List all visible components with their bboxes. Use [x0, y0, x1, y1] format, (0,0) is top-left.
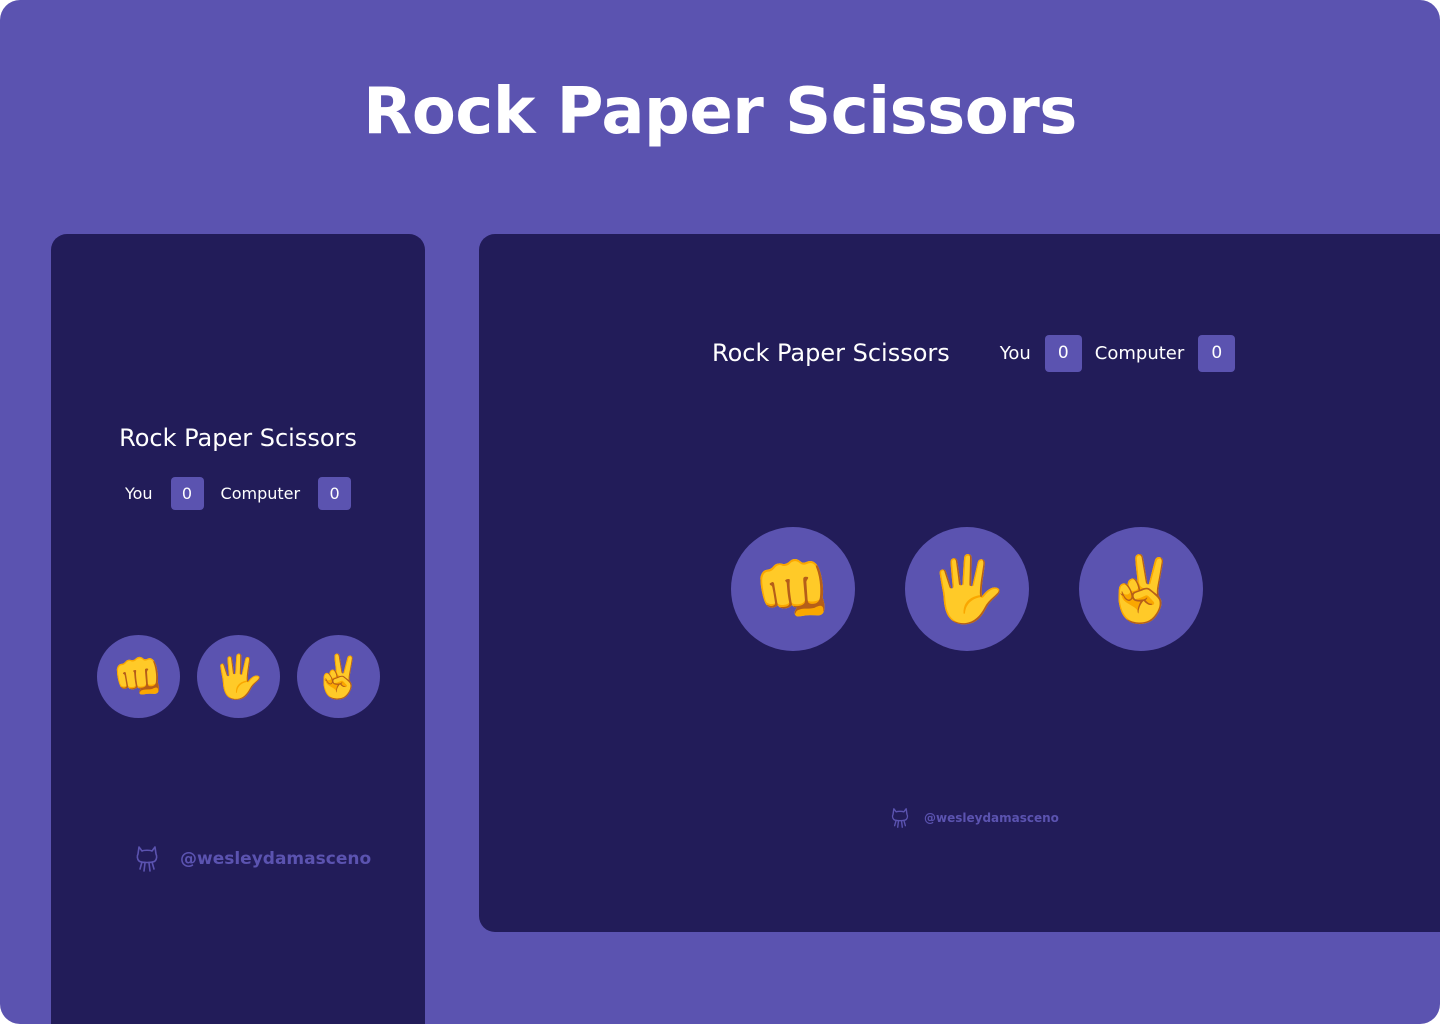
- desktop-footer-handle: @wesleydamasceno: [924, 811, 1059, 825]
- showcase-canvas: Rock Paper Scissors Rock Paper Scissors …: [0, 0, 1440, 1024]
- mobile-github-link[interactable]: @wesleydamasceno: [134, 845, 371, 873]
- scissors-button[interactable]: ✌: [297, 635, 380, 718]
- computer-label: Computer: [1094, 342, 1185, 364]
- paper-button[interactable]: 🖐: [197, 635, 280, 718]
- mobile-scoreboard: You 0 Computer 0: [51, 477, 425, 510]
- open-hand-icon: 🖐: [212, 652, 265, 700]
- fist-icon: 👊: [753, 553, 833, 625]
- you-score-badge: 0: [170, 477, 204, 510]
- page-title: Rock Paper Scissors: [363, 75, 1077, 149]
- desktop-game-title: Rock Paper Scissors: [712, 339, 950, 367]
- desktop-github-link[interactable]: @wesleydamasceno: [890, 807, 1059, 829]
- you-label: You: [999, 342, 1031, 364]
- computer-score-badge: 0: [1198, 334, 1236, 372]
- desktop-header: Rock Paper Scissors You 0 Computer 0: [712, 334, 1236, 372]
- victory-hand-icon: ✌: [1101, 553, 1181, 625]
- open-hand-icon: 🖐: [927, 553, 1007, 625]
- you-score-badge: 0: [1044, 334, 1082, 372]
- mobile-footer-handle: @wesleydamasceno: [180, 849, 372, 869]
- mobile-choices: 👊 🖐 ✌: [97, 635, 380, 718]
- paper-button[interactable]: 🖐: [905, 527, 1029, 651]
- desktop-choices: 👊 🖐 ✌: [731, 527, 1203, 651]
- scissors-button[interactable]: ✌: [1079, 527, 1203, 651]
- computer-score-badge: 0: [318, 477, 352, 510]
- computer-label: Computer: [220, 484, 301, 503]
- victory-hand-icon: ✌: [312, 652, 365, 700]
- fist-icon: 👊: [112, 652, 165, 700]
- you-label: You: [124, 484, 153, 503]
- mobile-preview: [51, 234, 425, 1024]
- rock-button[interactable]: 👊: [731, 527, 855, 651]
- github-icon: [890, 807, 910, 829]
- github-icon: [134, 845, 160, 873]
- mobile-game-title: Rock Paper Scissors: [119, 424, 357, 452]
- rock-button[interactable]: 👊: [97, 635, 180, 718]
